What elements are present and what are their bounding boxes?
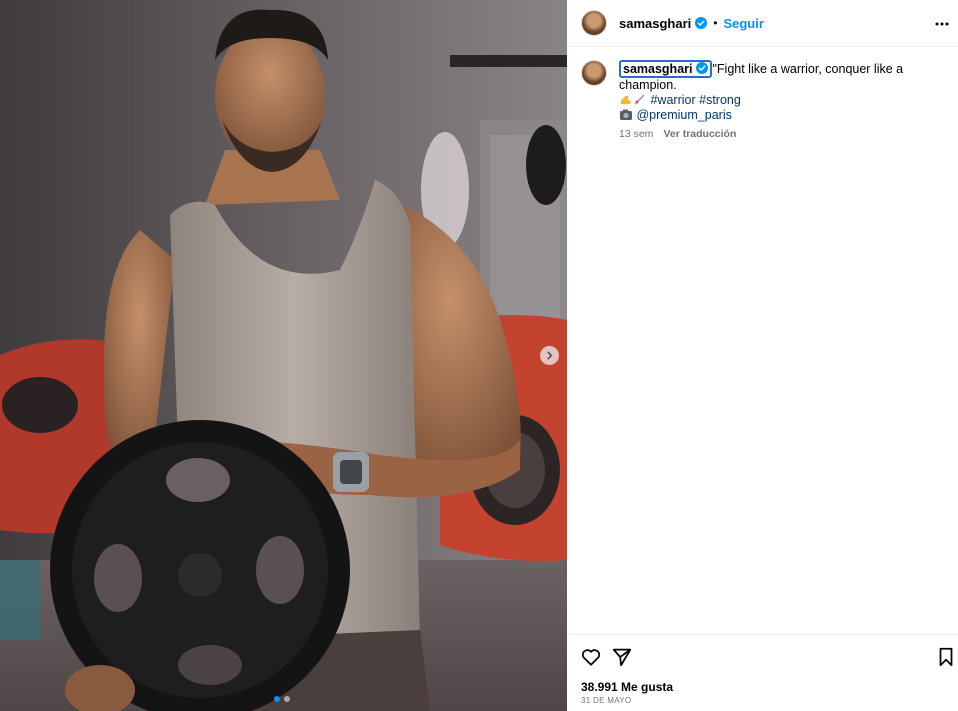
post-date[interactable]: 31 DE MAYO (581, 696, 631, 705)
mention-premium-paris[interactable]: @premium_paris (636, 108, 731, 122)
heart-icon[interactable] (580, 646, 602, 668)
see-translation-button[interactable]: Ver traducción (663, 128, 736, 140)
caption-avatar[interactable] (581, 60, 607, 86)
caption-username[interactable]: samasghari (619, 60, 713, 78)
sword-icon (634, 94, 645, 105)
chevron-right-icon (547, 351, 553, 360)
camera-icon (620, 109, 632, 120)
next-media-button[interactable] (540, 346, 559, 365)
caption-meta: 13 sem Ver traducción (619, 127, 939, 142)
hashtag-strong[interactable]: #strong (699, 93, 741, 107)
caption-line-3: @premium_paris (619, 108, 939, 123)
post-media[interactable] (0, 0, 567, 711)
like-count[interactable]: 38.991 Me gusta (581, 680, 673, 694)
post-header: samasghari • Seguir (567, 0, 958, 47)
post-caption: samasghari "Fight like a warrior, conquer… (567, 47, 958, 142)
post-actions-section: 38.991 Me gusta 31 DE MAYO (567, 634, 958, 705)
header-separator: • (713, 16, 718, 30)
post-side-panel: samasghari • Seguir samasghari "Fight lik… (567, 0, 958, 711)
avatar[interactable] (581, 10, 607, 36)
caption-line-2: #warrior #strong (619, 93, 939, 108)
time-ago[interactable]: 13 sem (619, 128, 653, 140)
caption-body: samasghari "Fight like a warrior, conquer… (619, 60, 939, 142)
hashtag-warrior[interactable]: #warrior (650, 93, 695, 107)
bookmark-icon[interactable] (935, 646, 957, 668)
caption-username-text: samasghari (623, 62, 693, 76)
post-photo (0, 0, 567, 711)
verified-badge-icon (696, 62, 709, 74)
more-horizontal-icon[interactable] (934, 16, 950, 32)
send-icon[interactable] (611, 646, 633, 668)
verified-badge-icon (695, 17, 708, 29)
follow-button[interactable]: Seguir (723, 16, 763, 31)
caption-line-1: samasghari "Fight like a warrior, conquer… (619, 60, 939, 93)
action-bar (567, 635, 958, 675)
carousel-dot-2 (284, 696, 290, 702)
carousel-dot-1 (274, 696, 280, 702)
carousel-indicator (274, 696, 290, 702)
flexed-biceps-icon (620, 95, 631, 105)
header-username[interactable]: samasghari (619, 16, 691, 31)
